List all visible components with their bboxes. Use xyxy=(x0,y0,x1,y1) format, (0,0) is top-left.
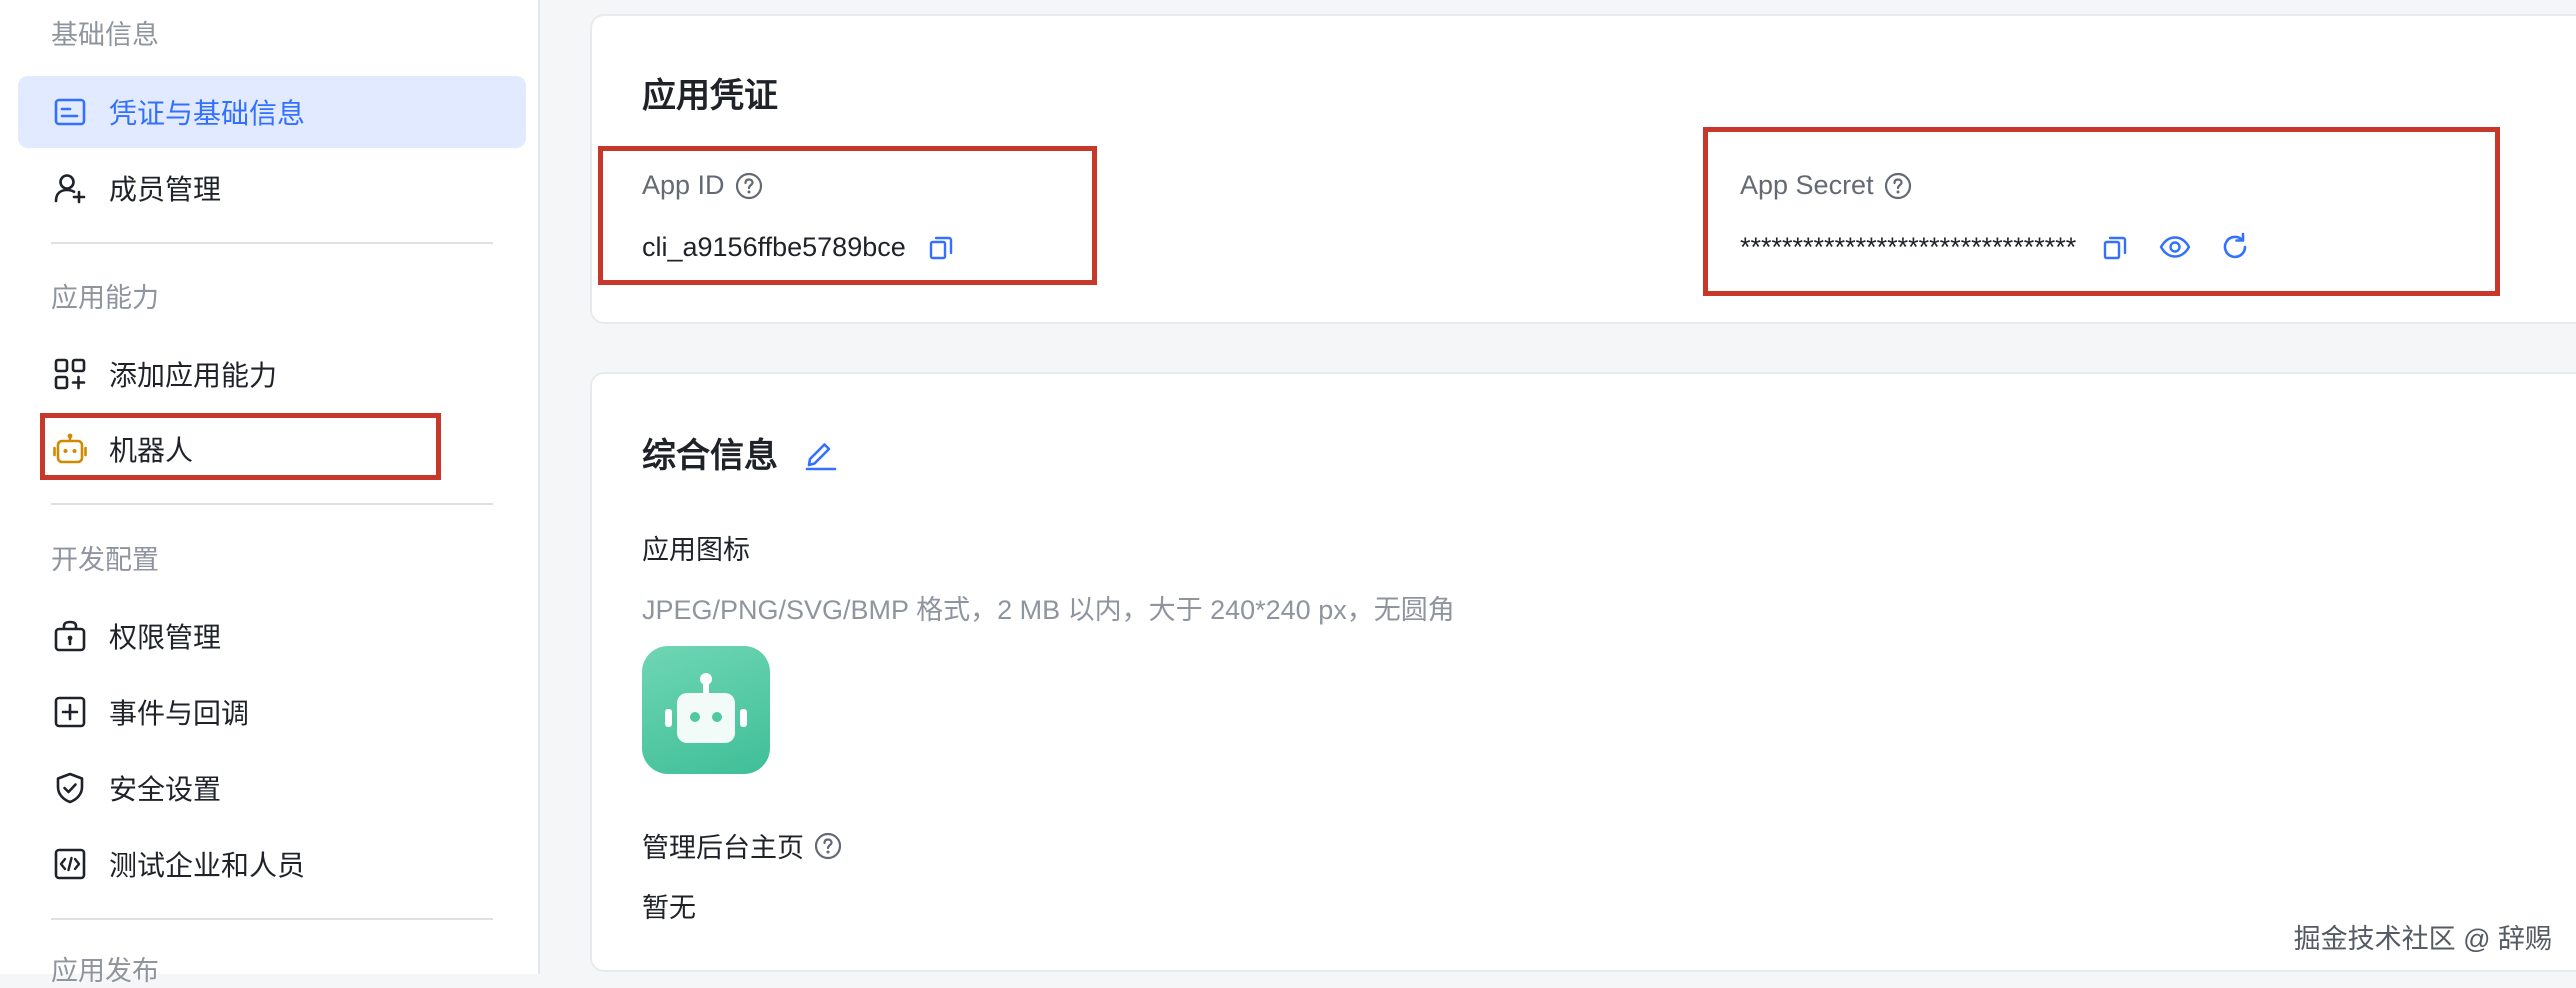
question-circle-icon[interactable] xyxy=(735,172,763,200)
refresh-icon[interactable] xyxy=(2218,230,2252,264)
credentials-card: 应用凭证 App ID cli_a9156ffbe5789bce App Sec… xyxy=(590,14,2576,324)
sidebar: 基础信息 凭证与基础信息 成员管理 应用能力 xyxy=(0,0,540,974)
app-secret-label: App Secret xyxy=(1740,170,1912,201)
lock-bag-icon xyxy=(52,618,88,654)
app-icon-label: 应用图标 xyxy=(642,528,750,567)
sidebar-divider xyxy=(51,503,493,505)
sidebar-item-label: 安全设置 xyxy=(109,768,221,808)
homepage-value: 暂无 xyxy=(642,886,696,925)
plus-square-icon xyxy=(52,694,88,730)
info-title: 综合信息 xyxy=(642,428,778,477)
add-person-icon xyxy=(52,170,88,206)
sidebar-item-security[interactable]: 安全设置 xyxy=(18,752,526,824)
question-circle-icon[interactable] xyxy=(814,832,842,860)
shield-icon xyxy=(52,770,88,806)
app-secret-label-text: App Secret xyxy=(1740,170,1874,201)
apps-add-icon xyxy=(52,356,88,392)
info-title-row: 综合信息 xyxy=(642,428,840,477)
sidebar-group-capability: 应用能力 xyxy=(51,281,159,315)
app-secret-value: ******************************** xyxy=(1740,232,2076,263)
sidebar-group-basic: 基础信息 xyxy=(51,18,159,52)
app-id-value: cli_a9156ffbe5789bce xyxy=(642,232,906,263)
sidebar-item-members[interactable]: 成员管理 xyxy=(18,152,526,224)
homepage-label: 管理后台主页 xyxy=(642,826,842,865)
sidebar-divider xyxy=(51,242,493,244)
app-id-label: App ID xyxy=(642,170,763,201)
id-card-icon xyxy=(52,94,88,130)
sidebar-item-add-capability[interactable]: 添加应用能力 xyxy=(18,338,526,410)
app-secret-field: ******************************** xyxy=(1740,230,2252,264)
credentials-title: 应用凭证 xyxy=(642,68,778,117)
sidebar-item-credentials[interactable]: 凭证与基础信息 xyxy=(18,76,526,148)
sidebar-item-label: 事件与回调 xyxy=(109,692,249,732)
sidebar-item-label: 成员管理 xyxy=(109,168,221,208)
watermark: 掘金技术社区 @ 辞赐 xyxy=(2294,917,2552,956)
robot-icon xyxy=(52,431,88,467)
app-id-label-text: App ID xyxy=(642,170,725,201)
sidebar-item-permissions[interactable]: 权限管理 xyxy=(18,600,526,672)
sidebar-item-label: 机器人 xyxy=(109,429,193,469)
sidebar-divider xyxy=(51,918,493,920)
sidebar-item-events[interactable]: 事件与回调 xyxy=(18,676,526,748)
sidebar-group-dev: 开发配置 xyxy=(51,543,159,577)
homepage-label-text: 管理后台主页 xyxy=(642,826,804,865)
sidebar-item-label: 添加应用能力 xyxy=(109,354,277,394)
app-id-field: cli_a9156ffbe5789bce xyxy=(642,230,958,264)
sidebar-item-test-users[interactable]: 测试企业和人员 xyxy=(18,828,526,900)
eye-icon[interactable] xyxy=(2158,230,2192,264)
copy-icon[interactable] xyxy=(2098,230,2132,264)
app-icon-label-text: 应用图标 xyxy=(642,528,750,567)
sidebar-item-label: 测试企业和人员 xyxy=(109,844,305,884)
info-card: 综合信息 应用图标 JPEG/PNG/SVG/BMP 格式，2 MB 以内，大于… xyxy=(590,372,2576,972)
app-icon-hint: JPEG/PNG/SVG/BMP 格式，2 MB 以内，大于 240*240 p… xyxy=(642,588,1455,627)
copy-icon[interactable] xyxy=(924,230,958,264)
code-icon xyxy=(52,846,88,882)
question-circle-icon[interactable] xyxy=(1884,172,1912,200)
sidebar-item-label: 权限管理 xyxy=(109,616,221,656)
sidebar-item-bot[interactable]: 机器人 xyxy=(18,413,526,485)
app-icon-image[interactable] xyxy=(642,646,770,774)
sidebar-group-publish: 应用发布 xyxy=(51,954,159,988)
edit-icon[interactable] xyxy=(800,433,840,473)
sidebar-item-label: 凭证与基础信息 xyxy=(109,92,305,132)
